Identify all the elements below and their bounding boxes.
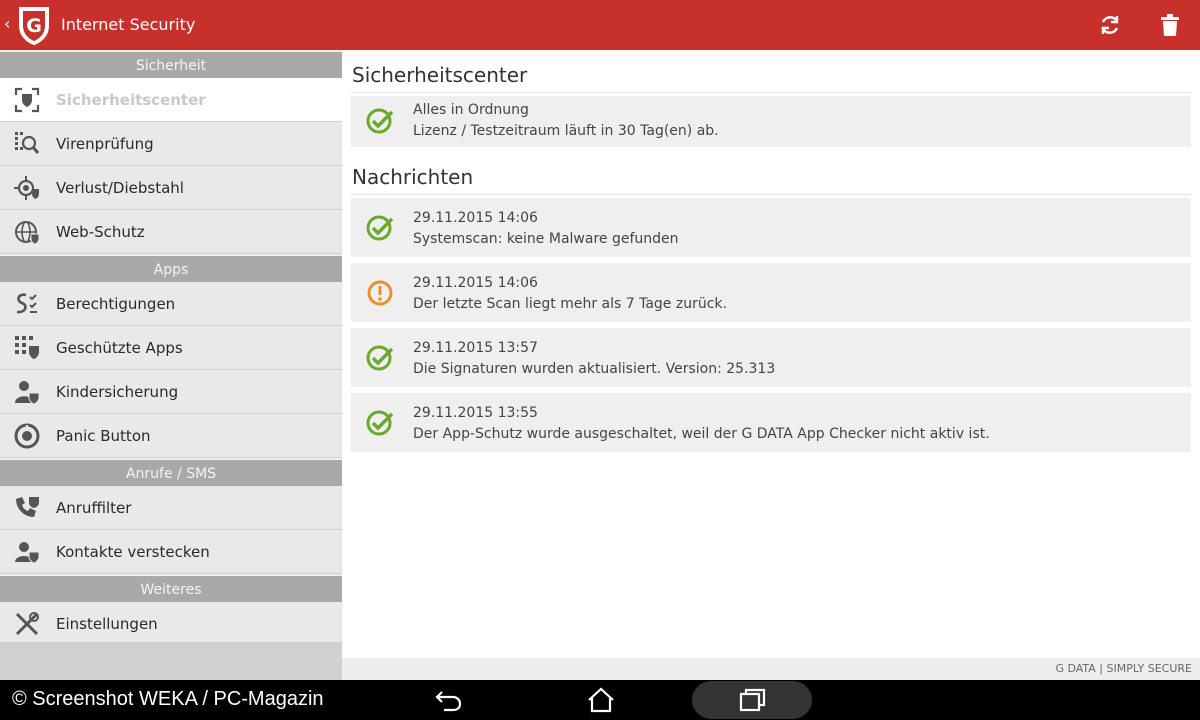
- sidebar-item-virenpruefung[interactable]: Virenprüfung: [0, 122, 342, 166]
- status-title: Sicherheitscenter: [352, 63, 528, 87]
- message-text: Systemscan: keine Malware gefunden: [413, 231, 679, 247]
- footer-band: G DATA | SIMPLY SECURE: [342, 658, 1200, 680]
- sidebar-item-anruffilter[interactable]: Anruffilter: [0, 486, 342, 530]
- section-header-sicherheit: Sicherheit: [0, 50, 342, 78]
- logo-letter: G: [26, 15, 42, 37]
- protected-apps-icon: [15, 336, 39, 359]
- sidebar-item-label: Kontakte verstecken: [56, 543, 210, 561]
- locate-icon: [14, 176, 39, 200]
- message-date: 29.11.2015 14:06: [413, 210, 538, 226]
- message-card[interactable]: 29.11.2015 13:55 Der App-Schutz wurde au…: [351, 393, 1191, 452]
- news-title: Nachrichten: [352, 165, 474, 189]
- footer-brand: G DATA | SIMPLY SECURE: [1055, 662, 1192, 675]
- sidebar-item-label: Kindersicherung: [56, 383, 179, 401]
- section-header-anrufe-sms: Anrufe / SMS: [0, 458, 342, 486]
- sidebar: Sicherheit Sicherheitscenter Virenprüfun…: [0, 50, 342, 680]
- status-line1: Alles in Ordnung: [413, 102, 529, 118]
- system-nav-bar: © Screenshot WEKA / PC-Magazin: [0, 680, 1200, 720]
- sidebar-item-label: Web-Schutz: [56, 223, 145, 241]
- sidebar-item-label: Virenprüfung: [56, 135, 154, 153]
- check-icon: [366, 215, 394, 241]
- refresh-icon[interactable]: [1097, 12, 1123, 38]
- recents-icon[interactable]: [737, 686, 767, 714]
- sidebar-item-label: Panic Button: [56, 427, 151, 445]
- back-nav-icon[interactable]: [434, 686, 464, 714]
- warning-icon: [367, 280, 393, 306]
- sidebar-item-panic-button[interactable]: Panic Button: [0, 414, 342, 458]
- sidebar-item-einstellungen[interactable]: Einstellungen: [0, 602, 342, 646]
- sidebar-item-label: Geschützte Apps: [56, 339, 183, 357]
- message-date: 29.11.2015 13:55: [413, 405, 538, 421]
- sidebar-item-berechtigungen[interactable]: Berechtigungen: [0, 282, 342, 326]
- sidebar-item-kindersicherung[interactable]: Kindersicherung: [0, 370, 342, 414]
- shield-frame-icon: [14, 87, 40, 113]
- parental-control-icon: [15, 381, 40, 405]
- sidebar-item-label: Einstellungen: [56, 615, 158, 633]
- message-card[interactable]: 29.11.2015 14:06 Der letzte Scan liegt m…: [351, 263, 1191, 322]
- hide-contacts-icon: [15, 542, 40, 564]
- sidebar-item-geschuetzte-apps[interactable]: Geschützte Apps: [0, 326, 342, 370]
- check-icon: [366, 410, 394, 436]
- virus-scan-icon: [15, 132, 40, 154]
- sidebar-filler: [0, 642, 342, 680]
- message-date: 29.11.2015 13:57: [413, 340, 538, 356]
- settings-tools-icon: [15, 612, 39, 636]
- sidebar-item-kontakte-verstecken[interactable]: Kontakte verstecken: [0, 530, 342, 574]
- screenshot-credit: © Screenshot WEKA / PC-Magazin: [12, 688, 324, 710]
- call-filter-icon: [16, 497, 39, 517]
- divider: [351, 194, 1191, 195]
- panic-button-icon: [14, 423, 40, 449]
- back-icon[interactable]: ‹: [4, 14, 10, 33]
- message-card[interactable]: 29.11.2015 13:57 Die Signaturen wurden a…: [351, 328, 1191, 387]
- message-text: Die Signaturen wurden aktualisiert. Vers…: [413, 361, 776, 377]
- main-content: Sicherheitscenter Alles in Ordnung Lizen…: [342, 50, 1200, 680]
- message-text: Der App-Schutz wurde ausgeschaltet, weil…: [413, 426, 990, 442]
- sidebar-item-label: Sicherheitscenter: [56, 91, 206, 109]
- home-icon[interactable]: [586, 686, 616, 714]
- sidebar-item-web-schutz[interactable]: Web-Schutz: [0, 210, 342, 254]
- top-action-bar: ‹ G Internet Security: [0, 0, 1200, 50]
- sidebar-item-sicherheitscenter[interactable]: Sicherheitscenter: [0, 78, 342, 122]
- sidebar-item-label: Verlust/Diebstahl: [56, 179, 184, 197]
- divider: [351, 92, 1191, 93]
- status-line2: Lizenz / Testzeitraum läuft in 30 Tag(en…: [413, 123, 719, 139]
- message-card[interactable]: 29.11.2015 14:06 Systemscan: keine Malwa…: [351, 198, 1191, 257]
- app-window: ‹ G Internet Security Sicherheit Sicherh…: [0, 0, 1200, 720]
- check-icon: [366, 345, 394, 371]
- status-card[interactable]: Alles in Ordnung Lizenz / Testzeitraum l…: [351, 96, 1191, 147]
- section-header-weiteres: Weiteres: [0, 574, 342, 602]
- trash-icon[interactable]: [1157, 12, 1183, 38]
- permissions-icon: [16, 293, 37, 314]
- message-text: Der letzte Scan liegt mehr als 7 Tage zu…: [413, 296, 727, 312]
- sidebar-item-verlust-diebstahl[interactable]: Verlust/Diebstahl: [0, 166, 342, 210]
- sidebar-item-label: Berechtigungen: [56, 295, 176, 313]
- app-title: Internet Security: [61, 15, 196, 34]
- globe-shield-icon: [15, 221, 40, 245]
- sidebar-item-label: Anruffilter: [56, 499, 132, 517]
- gdata-logo[interactable]: G: [16, 4, 52, 46]
- message-date: 29.11.2015 14:06: [413, 275, 538, 291]
- section-header-apps: Apps: [0, 254, 342, 282]
- check-icon: [366, 108, 394, 134]
